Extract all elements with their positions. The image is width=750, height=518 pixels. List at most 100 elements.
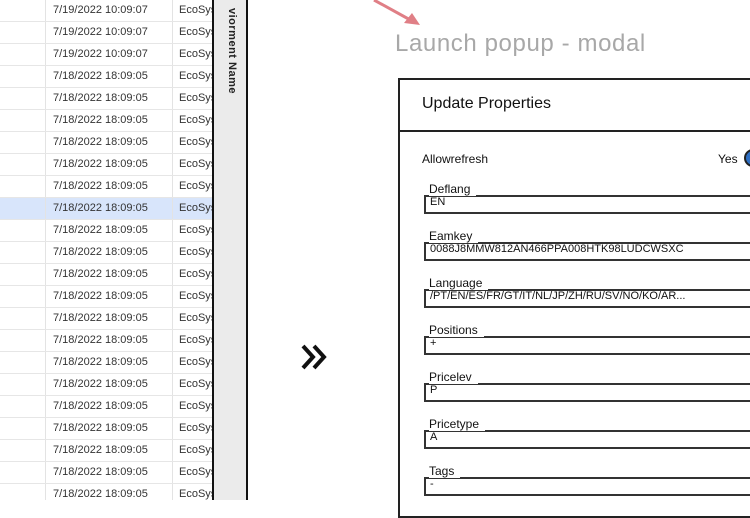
modal-header: Update Properties bbox=[400, 80, 750, 132]
table-row[interactable]: 7/18/2022 18:09:05 EcoSys bbox=[0, 462, 212, 484]
row-env-cell: EcoSys bbox=[172, 330, 212, 351]
row-cell-empty bbox=[0, 330, 46, 351]
row-cell-empty bbox=[0, 286, 46, 307]
field-value[interactable]: P bbox=[430, 384, 437, 396]
property-field-pricetype[interactable]: Pricetype A bbox=[424, 417, 750, 457]
table-row[interactable]: 7/18/2022 18:09:05 EcoSys bbox=[0, 308, 212, 330]
table-row[interactable]: 7/18/2022 18:09:05 EcoSys bbox=[0, 220, 212, 242]
row-cell-empty bbox=[0, 440, 46, 461]
row-cell-empty bbox=[0, 352, 46, 373]
row-env: EcoSys bbox=[179, 136, 212, 148]
field-label: Language bbox=[429, 276, 489, 290]
row-date: 7/18/2022 18:09:05 bbox=[53, 488, 148, 500]
field-value[interactable]: 0088J8MMW812AN466PPA008HTK98LUDCWSXC bbox=[430, 243, 684, 255]
table-row[interactable]: 7/18/2022 18:09:05 EcoSys bbox=[0, 66, 212, 88]
table-row[interactable]: 7/18/2022 18:09:05 EcoSys bbox=[0, 484, 212, 500]
property-field-deflang[interactable]: Deflang EN bbox=[424, 182, 750, 222]
row-env-cell: EcoSys bbox=[172, 352, 212, 373]
row-date: 7/18/2022 18:09:05 bbox=[53, 312, 148, 324]
property-field-language[interactable]: Language/PT/EN/ES/FR/GT/IT/NL/JP/ZH/RU/S… bbox=[424, 276, 750, 316]
property-field-eamkey[interactable]: Eamkey 0088J8MMW812AN466PPA008HTK98LUDCWS… bbox=[424, 229, 750, 269]
table-row[interactable]: 7/18/2022 18:09:05 EcoSys bbox=[0, 242, 212, 264]
row-env: EcoSys bbox=[179, 26, 212, 38]
row-date: 7/18/2022 18:09:05 bbox=[53, 378, 148, 390]
property-field-positions[interactable]: Positions + bbox=[424, 323, 750, 363]
row-date: 7/18/2022 18:09:05 bbox=[53, 158, 148, 170]
row-env-cell: EcoSys bbox=[172, 462, 212, 483]
field-label: Pricetype bbox=[429, 417, 486, 431]
property-field-tags[interactable]: Tags - bbox=[424, 464, 750, 504]
table-row[interactable]: 7/18/2022 18:09:05 EcoSys bbox=[0, 396, 212, 418]
table-row[interactable]: 7/18/2022 18:09:05 EcoSys bbox=[0, 176, 212, 198]
table-row[interactable]: 7/18/2022 18:09:05 EcoSys bbox=[0, 264, 212, 286]
allowrefresh-value: Yes bbox=[718, 152, 738, 166]
row-date: 7/19/2022 10:09:07 bbox=[53, 4, 148, 16]
column-header-strip[interactable]: viorment Name bbox=[212, 0, 248, 500]
row-cell-empty bbox=[0, 418, 46, 439]
allowrefresh-toggle[interactable] bbox=[744, 149, 750, 167]
table-row[interactable]: 7/18/2022 18:09:05 EcoSys bbox=[0, 88, 212, 110]
field-border bbox=[424, 259, 750, 261]
row-date: 7/18/2022 18:09:05 bbox=[53, 114, 148, 126]
field-value[interactable]: - bbox=[430, 478, 434, 490]
row-env: EcoSys bbox=[179, 334, 212, 346]
table-row[interactable]: 7/18/2022 18:09:05 EcoSys bbox=[0, 286, 212, 308]
row-env-cell: EcoSys bbox=[172, 264, 212, 285]
row-env: EcoSys bbox=[179, 114, 212, 126]
row-env-cell: EcoSys bbox=[172, 176, 212, 197]
field-border bbox=[424, 195, 426, 212]
table-row[interactable]: 7/18/2022 18:09:05 EcoSys bbox=[0, 374, 212, 396]
table-row[interactable]: 7/18/2022 18:09:05 EcoSys bbox=[0, 330, 212, 352]
table-row[interactable]: 7/18/2022 18:09:05 EcoSys bbox=[0, 198, 212, 220]
row-cell-empty bbox=[0, 88, 46, 109]
field-border bbox=[424, 447, 750, 449]
row-env: EcoSys bbox=[179, 158, 212, 170]
row-env: EcoSys bbox=[179, 224, 212, 236]
row-cell-empty bbox=[0, 484, 46, 500]
field-value[interactable]: /PT/EN/ES/FR/GT/IT/NL/JP/ZH/RU/SV/NO/KO/… bbox=[430, 290, 685, 302]
row-env-cell: EcoSys bbox=[172, 396, 212, 417]
field-label: Eamkey bbox=[429, 229, 479, 243]
row-date: 7/18/2022 18:09:05 bbox=[53, 334, 148, 346]
field-value[interactable]: EN bbox=[430, 196, 445, 208]
row-date: 7/18/2022 18:09:05 bbox=[53, 224, 148, 236]
row-env: EcoSys bbox=[179, 246, 212, 258]
row-date: 7/18/2022 18:09:05 bbox=[53, 356, 148, 368]
table-row[interactable]: 7/19/2022 10:09:07 EcoSys bbox=[0, 0, 212, 22]
table-row[interactable]: 7/18/2022 18:09:05 EcoSys bbox=[0, 352, 212, 374]
table-row[interactable]: 7/18/2022 18:09:05 EcoSys bbox=[0, 418, 212, 440]
field-border bbox=[424, 400, 750, 402]
row-env: EcoSys bbox=[179, 48, 212, 60]
row-env-cell: EcoSys bbox=[172, 110, 212, 131]
row-cell-empty bbox=[0, 264, 46, 285]
table-row[interactable]: 7/18/2022 18:09:05 EcoSys bbox=[0, 154, 212, 176]
table-row[interactable]: 7/18/2022 18:09:05 EcoSys bbox=[0, 110, 212, 132]
row-cell-empty bbox=[0, 374, 46, 395]
double-chevron-right-icon[interactable] bbox=[298, 340, 332, 374]
table-row[interactable]: 7/19/2022 10:09:07 EcoSys bbox=[0, 44, 212, 66]
table-row[interactable]: 7/18/2022 18:09:05 EcoSys bbox=[0, 132, 212, 154]
row-date: 7/18/2022 18:09:05 bbox=[53, 136, 148, 148]
field-border bbox=[424, 477, 750, 479]
row-env: EcoSys bbox=[179, 92, 212, 104]
field-border bbox=[424, 494, 750, 496]
table-row[interactable]: 7/18/2022 18:09:05 EcoSys bbox=[0, 440, 212, 462]
arrow-down-right-icon bbox=[373, 0, 420, 25]
row-env: EcoSys bbox=[179, 70, 212, 82]
row-env-cell: EcoSys bbox=[172, 44, 212, 65]
table-row[interactable]: 7/19/2022 10:09:07 EcoSys bbox=[0, 22, 212, 44]
row-env-cell: EcoSys bbox=[172, 132, 212, 153]
row-date: 7/18/2022 18:09:05 bbox=[53, 180, 148, 192]
property-field-pricelev[interactable]: Pricelev P bbox=[424, 370, 750, 410]
row-env-cell: EcoSys bbox=[172, 286, 212, 307]
field-value[interactable]: A bbox=[430, 431, 437, 443]
field-border bbox=[424, 353, 750, 355]
row-cell-empty bbox=[0, 176, 46, 197]
row-env-cell: EcoSys bbox=[172, 154, 212, 175]
row-date: 7/18/2022 18:09:05 bbox=[53, 92, 148, 104]
row-date: 7/18/2022 18:09:05 bbox=[53, 70, 148, 82]
row-env: EcoSys bbox=[179, 444, 212, 456]
field-value[interactable]: + bbox=[430, 337, 436, 349]
row-env: EcoSys bbox=[179, 356, 212, 368]
row-env-cell: EcoSys bbox=[172, 418, 212, 439]
